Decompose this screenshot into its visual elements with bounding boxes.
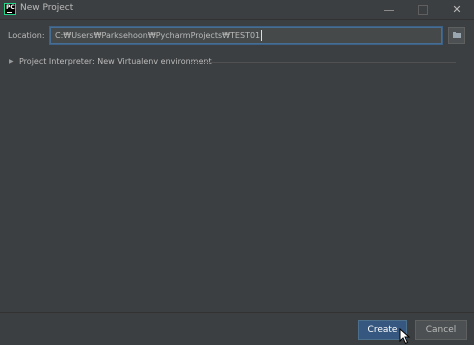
window-title: New Project [20, 3, 74, 13]
maximize-icon [418, 5, 428, 15]
project-interpreter-label: Project Interpreter: New Virtualenv envi… [19, 57, 212, 66]
browse-button[interactable] [448, 27, 465, 44]
mouse-cursor-icon [399, 328, 411, 345]
pycharm-icon: PC [4, 3, 16, 15]
minimize-button[interactable] [372, 0, 406, 19]
project-interpreter-toggle[interactable]: ▶ Project Interpreter: New Virtualenv en… [9, 56, 469, 68]
text-caret [261, 30, 262, 41]
maximize-button[interactable] [406, 0, 440, 19]
footer-divider [0, 312, 474, 313]
divider [191, 62, 456, 63]
close-button[interactable]: ✕ [440, 0, 474, 19]
location-label: Location: [8, 31, 45, 40]
location-input[interactable]: C:₩Users₩Parksehoon₩PycharmProjects₩TEST… [50, 27, 442, 44]
close-icon: ✕ [452, 3, 462, 16]
folder-icon [453, 33, 461, 38]
title-bar: PC New Project ✕ [0, 0, 474, 20]
expand-arrow-icon: ▶ [9, 58, 14, 65]
location-value: C:₩Users₩Parksehoon₩PycharmProjects₩TEST… [55, 31, 261, 40]
cancel-button[interactable]: Cancel [415, 320, 467, 340]
minimize-icon [384, 10, 394, 11]
